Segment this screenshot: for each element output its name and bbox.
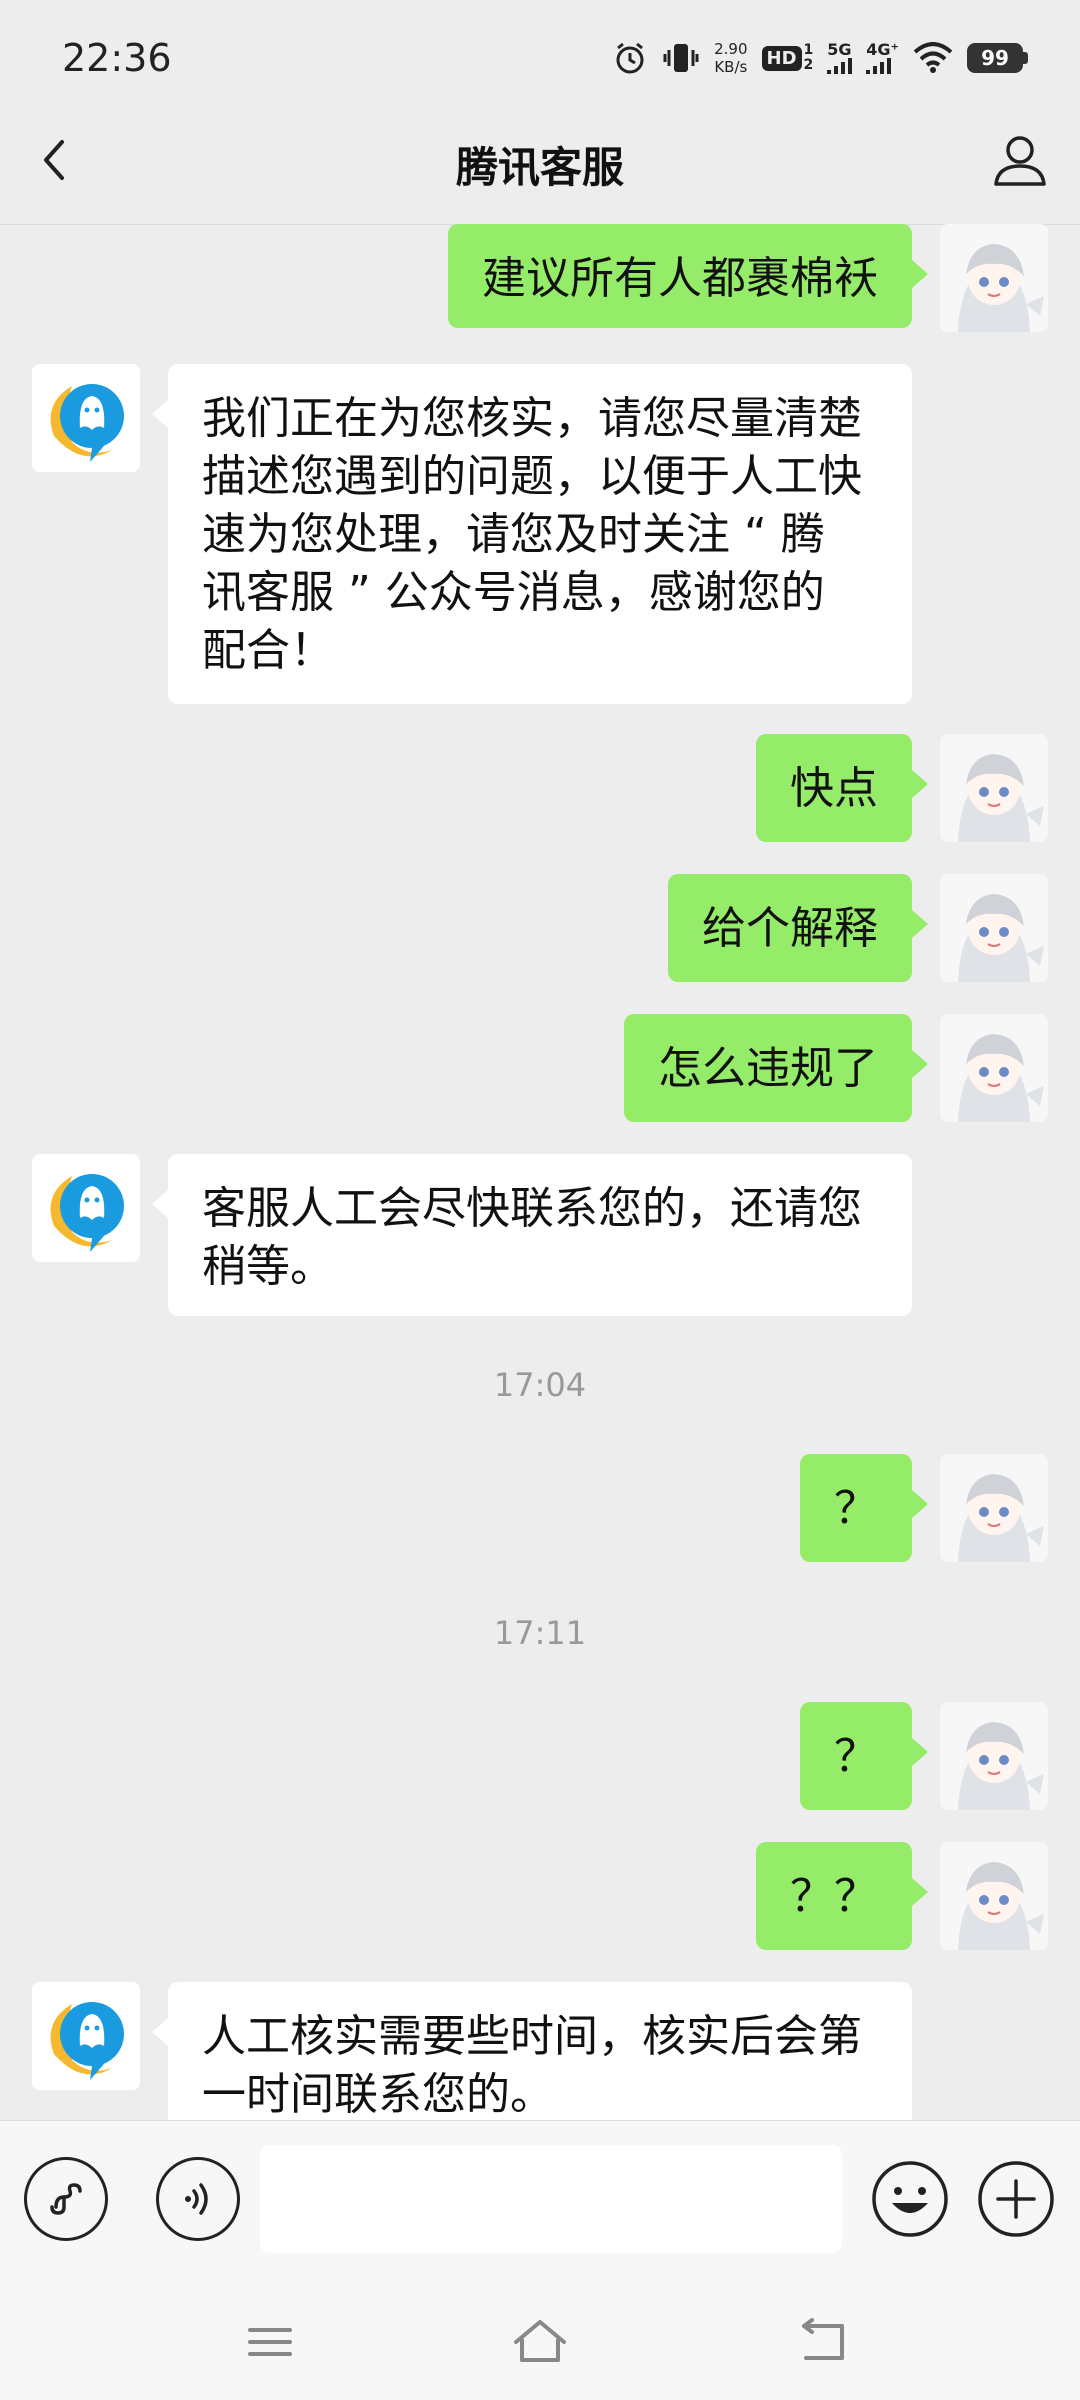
signal-4g: 4G⁺ bbox=[866, 42, 899, 74]
more-button[interactable] bbox=[974, 2157, 1058, 2241]
chat-header: 腾讯客服 bbox=[0, 120, 1080, 225]
emoji-icon bbox=[872, 2161, 948, 2237]
anime-cat-girl-icon bbox=[940, 1702, 1048, 1810]
message-outgoing: ？ bbox=[0, 1454, 1080, 1562]
anime-cat-girl-icon bbox=[940, 1454, 1048, 1562]
voice-button[interactable] bbox=[156, 2157, 240, 2241]
message-line: 客服人工会尽快联系您的，还请您 bbox=[202, 1183, 862, 1234]
anime-cat-girl-icon bbox=[940, 874, 1048, 982]
hd-indicator: HD 1 2 bbox=[761, 43, 813, 73]
user-avatar[interactable] bbox=[940, 224, 1048, 332]
message-incoming: 人工核实需要些时间，核实后会第 一时间联系您的。 bbox=[0, 1982, 1080, 2120]
message-bubble[interactable]: ？ bbox=[800, 1454, 928, 1562]
message-input[interactable] bbox=[260, 2145, 842, 2253]
message-line: 稍等。 bbox=[202, 1241, 334, 1292]
tencent-cs-avatar[interactable] bbox=[32, 1982, 140, 2090]
message-text: 怎么违规了 bbox=[658, 1043, 878, 1094]
status-icons: 2.90 KB/s HD 1 2 5G 4G⁺ 99 bbox=[612, 34, 1028, 82]
alarm-icon bbox=[616, 42, 644, 74]
anime-cat-girl-icon bbox=[940, 1842, 1048, 1950]
message-line: 人工核实需要些时间，核实后会第 bbox=[202, 2011, 862, 2062]
anime-cat-girl-icon bbox=[940, 224, 1048, 332]
message-bubble[interactable]: ？ bbox=[800, 1702, 928, 1810]
message-text: 建议所有人都裹棉袄 bbox=[482, 253, 878, 304]
message-line: 一时间联系您的。 bbox=[202, 2069, 554, 2120]
signal-5g: 5G bbox=[827, 42, 853, 74]
chat-title: 腾讯客服 bbox=[455, 143, 624, 192]
message-bubble[interactable]: 建议所有人都裹棉袄 bbox=[448, 224, 928, 328]
wifi-icon bbox=[913, 42, 953, 73]
anime-cat-girl-icon bbox=[940, 734, 1048, 842]
user-avatar[interactable] bbox=[940, 1842, 1048, 1950]
message-bubble[interactable]: ？？ bbox=[756, 1842, 928, 1950]
vibrate-icon bbox=[663, 44, 699, 72]
status-time: 22:36 bbox=[62, 36, 172, 80]
user-avatar[interactable] bbox=[940, 734, 1048, 842]
message-text: ？ bbox=[834, 1483, 878, 1534]
message-outgoing: 给个解释 bbox=[0, 874, 1080, 982]
input-bar bbox=[0, 2120, 1080, 2277]
person-icon[interactable] bbox=[990, 130, 1050, 190]
voice-icon bbox=[185, 2183, 208, 2215]
message-bubble[interactable]: 人工核实需要些时间，核实后会第 一时间联系您的。 bbox=[152, 1982, 912, 2120]
battery-indicator: 99 bbox=[967, 43, 1028, 73]
message-bubble[interactable]: 怎么违规了 bbox=[624, 1014, 928, 1122]
anime-cat-girl-icon bbox=[940, 1014, 1048, 1122]
message-bubble[interactable]: 快点 bbox=[756, 734, 928, 842]
message-text: 给个解释 bbox=[702, 903, 878, 954]
menu-icon[interactable] bbox=[240, 2312, 300, 2372]
tencent-cs-avatar[interactable] bbox=[32, 364, 140, 472]
message-bubble[interactable]: 客服人工会尽快联系您的，还请您 稍等。 bbox=[152, 1154, 912, 1316]
tencent-service-logo-icon bbox=[32, 1982, 140, 2090]
tencent-cs-avatar[interactable] bbox=[32, 1154, 140, 1262]
message-text: ？？ bbox=[790, 1871, 878, 1922]
mini-program-button[interactable] bbox=[24, 2157, 108, 2241]
message-outgoing: 快点 bbox=[0, 734, 1080, 842]
message-line: 速为您处理，请您及时关注 “ 腾 bbox=[202, 509, 825, 560]
message-line: 讯客服 ” 公众号消息，感谢您的 bbox=[202, 567, 825, 618]
message-incoming: 我们正在为您核实，请您尽量清楚 描述您遇到的问题，以便于人工快 速为您处理，请您… bbox=[0, 364, 1080, 704]
timestamp: 17:04 bbox=[493, 1366, 587, 1404]
message-bubble[interactable]: 我们正在为您核实，请您尽量清楚 描述您遇到的问题，以便于人工快 速为您处理，请您… bbox=[152, 364, 912, 704]
message-outgoing: 建议所有人都裹棉袄 bbox=[0, 224, 1080, 332]
net-speed: 2.90 KB/s bbox=[714, 40, 748, 76]
timestamp: 17:11 bbox=[493, 1614, 587, 1652]
system-nav-bar bbox=[0, 2276, 1080, 2400]
user-avatar[interactable] bbox=[940, 1702, 1048, 1810]
tencent-service-logo-icon bbox=[32, 364, 140, 472]
message-outgoing: ？ bbox=[0, 1702, 1080, 1810]
plus-icon bbox=[978, 2161, 1054, 2237]
message-text: ？ bbox=[834, 1731, 878, 1782]
back-arrow-icon[interactable] bbox=[794, 2312, 854, 2372]
user-avatar[interactable] bbox=[940, 874, 1048, 982]
emoji-button[interactable] bbox=[868, 2157, 952, 2241]
user-avatar[interactable] bbox=[940, 1454, 1048, 1562]
message-list[interactable]: 建议所有人都裹棉袄 我们正在为您核实，请您尽量清楚 描述您遇到的问题，以便于人工… bbox=[0, 224, 1080, 2120]
status-bar: 22:36 2.90 KB/s HD 1 2 5G 4G⁺ 99 bbox=[0, 0, 1080, 120]
message-text: 快点 bbox=[790, 763, 878, 814]
message-incoming: 客服人工会尽快联系您的，还请您 稍等。 bbox=[0, 1154, 1080, 1316]
tencent-service-logo-icon bbox=[32, 1154, 140, 1262]
home-icon[interactable] bbox=[510, 2312, 570, 2372]
message-outgoing: 怎么违规了 bbox=[0, 1014, 1080, 1122]
message-line: 描述您遇到的问题，以便于人工快 bbox=[202, 451, 862, 502]
message-outgoing: ？？ bbox=[0, 1842, 1080, 1950]
user-avatar[interactable] bbox=[940, 1014, 1048, 1122]
message-bubble[interactable]: 给个解释 bbox=[668, 874, 928, 982]
message-line: 我们正在为您核实，请您尽量清楚 bbox=[202, 393, 862, 444]
mini-program-icon bbox=[50, 2183, 82, 2215]
message-line: 配合！ bbox=[202, 625, 334, 676]
